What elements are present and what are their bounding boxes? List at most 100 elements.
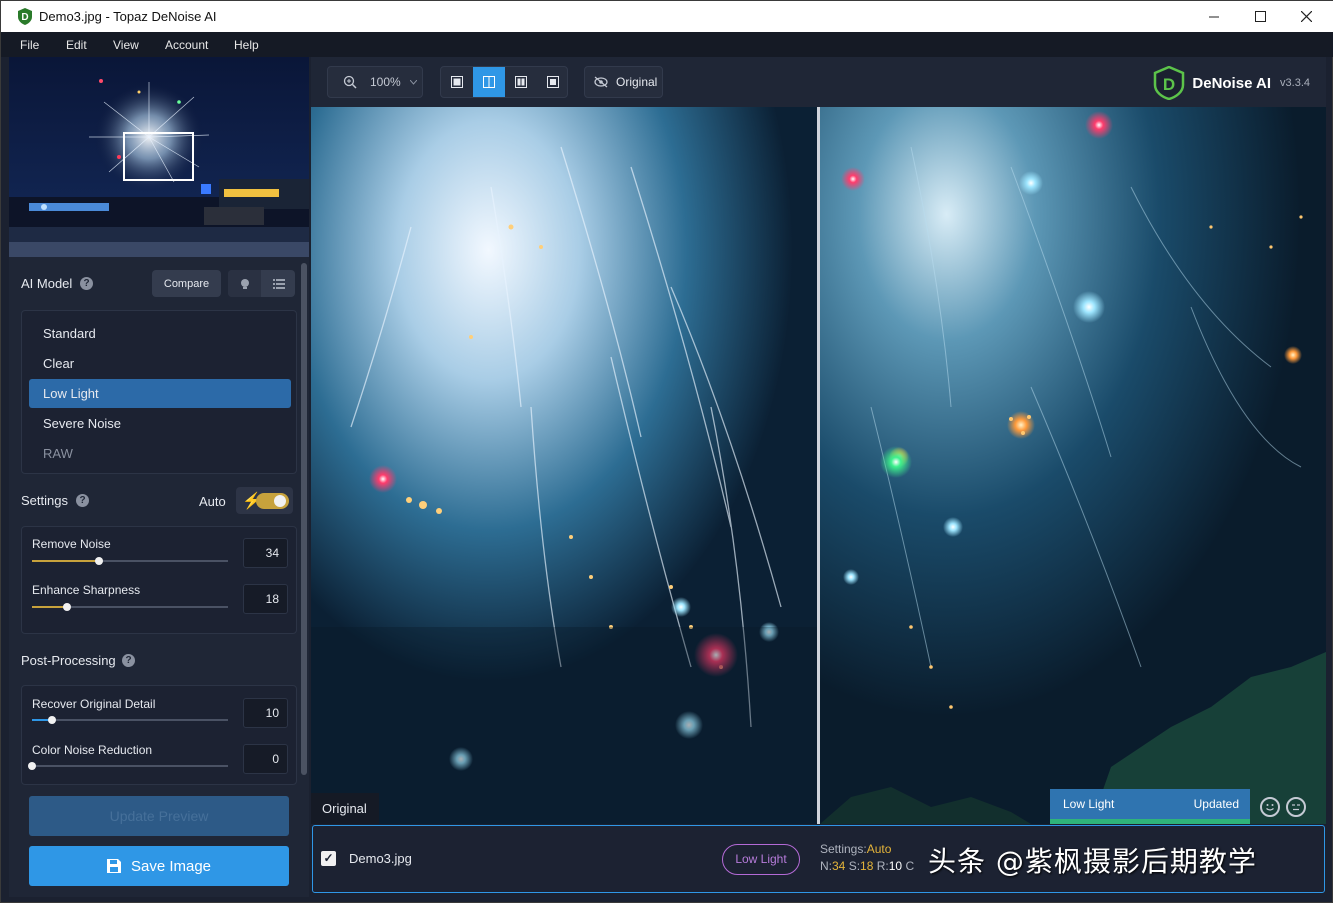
processed-model-label: Low Light — [1063, 797, 1115, 811]
model-item-clear[interactable]: Clear — [29, 349, 291, 378]
remove-noise-slider[interactable] — [32, 557, 228, 565]
settings-summary-label: Settings: — [820, 842, 867, 856]
scrollbar-thumb[interactable] — [301, 263, 307, 775]
settings-summary-value: Auto — [866, 842, 892, 856]
enhance-sharpness-slider-knob[interactable] — [63, 603, 71, 611]
remove-noise-label: Remove Noise — [32, 537, 111, 551]
color-noise-slider-knob[interactable] — [28, 762, 36, 770]
model-item-low-light[interactable]: Low Light — [29, 379, 291, 408]
navigator-thumbnail[interactable] — [9, 57, 309, 257]
post-processing-help-icon[interactable]: ? — [122, 654, 135, 667]
recover-detail-value-input[interactable]: 10 — [243, 698, 288, 728]
neutral-face-icon[interactable] — [1286, 797, 1306, 817]
model-item-raw: RAW — [43, 446, 73, 461]
split-view-button[interactable] — [473, 67, 505, 97]
enhance-sharpness-value-input[interactable]: 18 — [243, 584, 288, 614]
menu-edit[interactable]: Edit — [66, 38, 87, 52]
minimize-button[interactable] — [1191, 1, 1237, 32]
menu-help[interactable]: Help — [234, 38, 259, 52]
smile-icon[interactable] — [1260, 797, 1280, 817]
auto-toggle-knob — [274, 495, 286, 507]
model-view-toggle — [228, 270, 295, 297]
single-view-button[interactable] — [441, 67, 473, 97]
side-by-side-icon — [515, 76, 527, 88]
processed-pane-label: Low Light Updated — [1050, 789, 1250, 824]
settings-sliders-panel: Remove Noise 34 Enhance Sharpness 18 — [21, 526, 297, 634]
brand-version: v3.3.4 — [1280, 77, 1310, 89]
update-preview-button[interactable]: Update Preview — [29, 796, 289, 836]
recover-detail-label: Recover Original Detail — [32, 697, 156, 711]
minimize-icon — [1208, 16, 1219, 18]
original-pane-label: Original — [311, 793, 379, 824]
save-image-label: Save Image — [130, 857, 212, 875]
single-view-icon — [451, 76, 463, 88]
settings-heading: Settings — [21, 493, 68, 508]
left-panel: AI Model ? Compare Standard Clear Low Li… — [9, 57, 309, 897]
bulb-view-button[interactable] — [228, 270, 261, 297]
maximize-button[interactable] — [1237, 1, 1283, 32]
original-toggle-button[interactable]: Original — [584, 66, 663, 98]
save-image-button[interactable]: Save Image — [29, 846, 289, 886]
model-item-standard[interactable]: Standard — [29, 319, 291, 348]
split-view-icon — [483, 76, 495, 88]
zoom-value: 100% — [370, 75, 401, 89]
save-icon — [106, 859, 121, 873]
maximize-icon — [1254, 11, 1266, 22]
close-button[interactable] — [1283, 1, 1329, 32]
file-model-badge[interactable]: Low Light — [722, 844, 800, 875]
split-view-divider[interactable] — [817, 107, 820, 824]
eye-slash-icon — [594, 76, 608, 88]
color-noise-slider[interactable] — [28, 762, 228, 770]
view-layout-group — [440, 66, 568, 98]
r-value: 10 — [888, 859, 903, 873]
remove-noise-value-input[interactable]: 34 — [243, 538, 288, 568]
compare-button[interactable]: Compare — [152, 270, 221, 297]
svg-text:D: D — [21, 12, 28, 23]
recover-detail-slider[interactable] — [32, 716, 228, 724]
menu-bar: File Edit View Account Help — [1, 32, 1333, 57]
denoise-logo-icon: D — [1154, 66, 1185, 100]
auto-toggle[interactable]: ⚡ — [236, 487, 293, 514]
post-processing-sliders-panel: Recover Original Detail 10 Color Noise R… — [21, 685, 297, 785]
ai-model-help-icon[interactable]: ? — [80, 277, 93, 290]
original-toggle-label: Original — [616, 75, 658, 89]
viewer-toolbar: 100% Original D DeNoise AI v3.3.4 — [311, 57, 1326, 107]
s-label: S: — [848, 859, 861, 873]
zoom-dropdown[interactable]: 100% — [327, 66, 423, 98]
enhance-sharpness-label: Enhance Sharpness — [32, 583, 141, 597]
remove-noise-slider-knob[interactable] — [95, 557, 103, 565]
brand-logo: D DeNoise AI v3.3.4 — [1152, 65, 1310, 101]
grid-view-button[interactable] — [537, 67, 569, 97]
ai-model-list: Standard Clear Low Light Severe Noise RA… — [21, 310, 297, 474]
image-viewer[interactable]: Original Low Light Updated — [311, 107, 1326, 824]
remove-noise-slider-fill — [32, 560, 99, 562]
enhance-sharpness-slider[interactable] — [32, 603, 228, 611]
navigator-viewport-rect[interactable] — [123, 132, 194, 181]
enhance-sharpness-slider-fill — [32, 606, 67, 608]
settings-help-icon[interactable]: ? — [76, 494, 89, 507]
brand-name: DeNoise AI — [1192, 74, 1272, 92]
close-icon — [1300, 11, 1312, 22]
auto-toggle-track — [256, 493, 289, 509]
c-label: C — [905, 859, 915, 873]
recover-detail-slider-knob[interactable] — [48, 716, 56, 724]
list-view-button[interactable] — [262, 270, 295, 297]
watermark-text: 头条 @紫枫摄影后期教学 — [928, 845, 1257, 878]
auto-label: Auto — [199, 494, 226, 509]
color-noise-value-input[interactable]: 0 — [243, 744, 288, 774]
model-item-severe-noise[interactable]: Severe Noise — [29, 409, 291, 438]
menu-file[interactable]: File — [20, 38, 39, 52]
left-panel-scrollbar[interactable] — [301, 257, 307, 787]
chevron-down-icon — [410, 80, 417, 85]
file-checkbox[interactable]: ✓ — [321, 851, 336, 866]
menu-account[interactable]: Account — [165, 38, 208, 52]
n-value: 34 — [832, 859, 846, 873]
denoise-app-icon: D — [18, 8, 32, 25]
menu-view[interactable]: View — [113, 38, 139, 52]
file-values-summary: N:34 S:18 R:10 C — [820, 859, 914, 873]
side-by-side-button[interactable] — [505, 67, 537, 97]
r-label: R: — [876, 859, 889, 873]
feedback-buttons — [1260, 797, 1306, 817]
ai-model-heading: AI Model — [21, 276, 73, 291]
grid-view-icon — [547, 76, 559, 88]
